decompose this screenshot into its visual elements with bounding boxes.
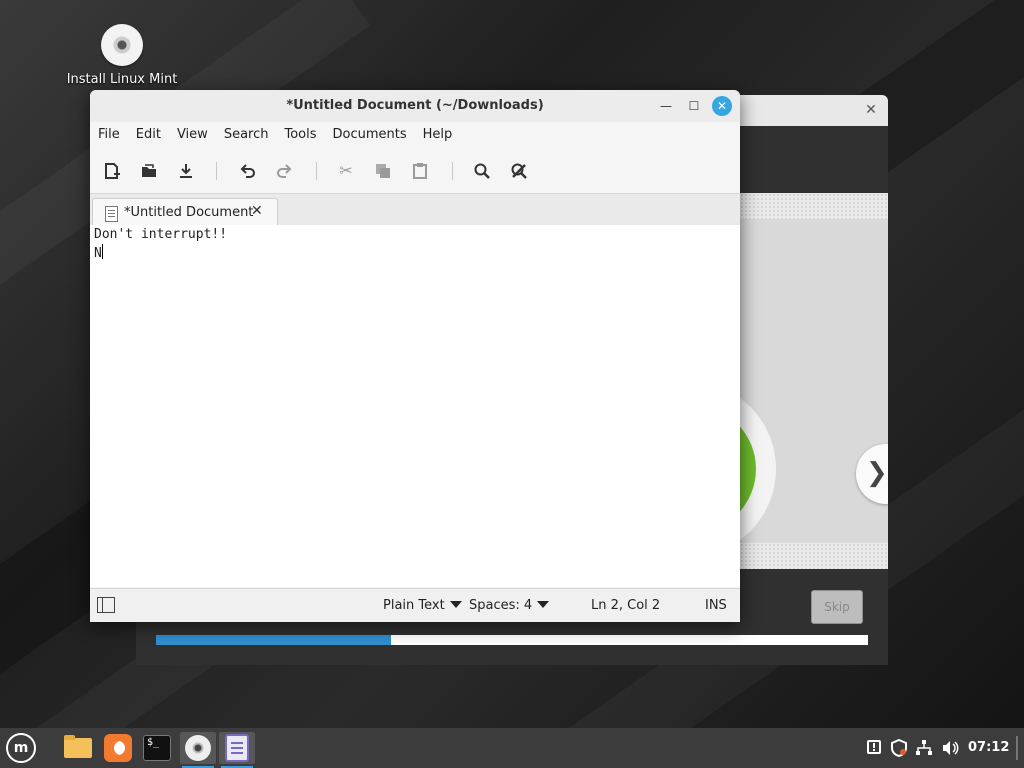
text-editor-area[interactable]: Don't interrupt!! N xyxy=(90,225,740,587)
find-replace-icon xyxy=(511,163,527,179)
copy-icon xyxy=(376,164,390,178)
install-progress-bar xyxy=(156,635,868,645)
redo-icon xyxy=(277,164,292,178)
file-manager-icon xyxy=(64,735,92,758)
menu-bar: File Edit View Search Tools Documents Help xyxy=(90,122,740,148)
menu-documents[interactable]: Documents xyxy=(325,122,415,142)
launcher-firefox[interactable] xyxy=(100,732,136,764)
side-panel-toggle-icon[interactable] xyxy=(97,597,115,613)
cursor-position: Ln 2, Col 2 xyxy=(591,598,661,613)
progress-fill xyxy=(156,635,391,645)
install-disc-icon xyxy=(185,735,211,761)
language-label: Plain Text xyxy=(383,598,445,613)
next-slide-button[interactable]: ❯ xyxy=(856,444,888,504)
menu-button[interactable]: m xyxy=(6,733,36,763)
menu-search[interactable]: Search xyxy=(216,122,277,142)
text-line-content: Don't interrupt!! xyxy=(94,227,228,242)
menu-view[interactable]: View xyxy=(169,122,216,142)
launcher-terminal[interactable]: $_ xyxy=(139,732,175,764)
mint-logo-icon: m xyxy=(13,740,29,756)
tab-close-icon[interactable]: ✕ xyxy=(251,203,263,219)
window-title: *Untitled Document (~/Downloads) xyxy=(286,98,544,113)
find-replace-button[interactable] xyxy=(506,158,532,184)
undo-button[interactable] xyxy=(235,158,261,184)
new-document-button[interactable] xyxy=(99,158,125,184)
close-icon[interactable]: ✕ xyxy=(864,103,878,117)
terminal-icon: $_ xyxy=(143,735,171,761)
text-line-content: N xyxy=(94,246,102,261)
menu-file[interactable]: File xyxy=(90,122,128,142)
desktop-icon-label: Install Linux Mint xyxy=(66,72,178,87)
taskbar-panel: m $_ 07:12 xyxy=(0,728,1024,768)
save-button[interactable] xyxy=(173,158,199,184)
close-icon: ✕ xyxy=(716,99,728,113)
notification-icon[interactable] xyxy=(865,739,883,757)
menu-tools[interactable]: Tools xyxy=(276,122,324,142)
text-editor-icon xyxy=(225,734,249,762)
install-disc-icon xyxy=(101,24,143,66)
clock[interactable]: 07:12 xyxy=(968,740,1009,755)
tab-width-selector[interactable]: Spaces: 4 xyxy=(469,598,550,613)
desktop-icon-install-linux-mint[interactable]: Install Linux Mint xyxy=(66,24,178,87)
toolbar-separator xyxy=(452,162,453,180)
chevron-down-icon xyxy=(449,601,462,608)
document-tab[interactable]: *Untitled Document ✕ xyxy=(92,198,278,227)
update-shield-icon[interactable] xyxy=(890,738,908,758)
launcher-files[interactable] xyxy=(59,732,95,764)
text-line: N xyxy=(94,244,103,262)
text-editor-window: *Untitled Document (~/Downloads) — ☐ ✕ F… xyxy=(90,90,740,622)
maximize-icon: ☐ xyxy=(688,99,700,113)
paste-icon xyxy=(413,163,427,179)
volume-icon[interactable] xyxy=(941,739,959,757)
menu-help[interactable]: Help xyxy=(415,122,461,142)
open-document-icon xyxy=(142,164,156,177)
new-document-icon xyxy=(105,163,120,179)
taskbar-text-editor[interactable] xyxy=(219,732,255,768)
find-icon xyxy=(474,163,490,179)
maximize-button[interactable]: ☐ xyxy=(684,96,704,116)
taskbar-installer[interactable] xyxy=(180,732,216,768)
toolbar: ✂ xyxy=(90,152,740,190)
skip-button[interactable]: Skip xyxy=(811,590,863,624)
window-titlebar[interactable]: *Untitled Document (~/Downloads) — ☐ ✕ xyxy=(90,90,740,122)
copy-button[interactable] xyxy=(370,158,396,184)
text-line: Don't interrupt!! xyxy=(94,226,227,244)
document-tab-bar: *Untitled Document ✕ xyxy=(90,193,740,227)
show-desktop-button[interactable] xyxy=(1016,736,1018,760)
tab-label: *Untitled Document xyxy=(124,205,254,220)
paste-button[interactable] xyxy=(407,158,433,184)
text-cursor xyxy=(101,244,103,259)
save-icon xyxy=(180,164,192,178)
toolbar-separator xyxy=(316,162,317,180)
chevron-down-icon xyxy=(537,601,550,608)
cut-icon: ✂ xyxy=(339,161,353,180)
insert-mode: INS xyxy=(705,598,727,613)
language-selector[interactable]: Plain Text xyxy=(383,598,462,613)
cut-button[interactable]: ✂ xyxy=(333,158,359,184)
network-icon[interactable] xyxy=(915,739,933,757)
document-icon xyxy=(105,206,118,222)
close-button[interactable]: ✕ xyxy=(712,96,732,116)
tab-width-label: Spaces: 4 xyxy=(469,598,533,613)
menu-edit[interactable]: Edit xyxy=(128,122,169,142)
redo-button[interactable] xyxy=(271,158,297,184)
open-document-button[interactable] xyxy=(136,158,162,184)
status-bar: Plain Text Spaces: 4 Ln 2, Col 2 INS xyxy=(90,588,740,622)
minimize-icon: — xyxy=(660,99,672,113)
chevron-right-icon: ❯ xyxy=(866,458,888,488)
minimize-button[interactable]: — xyxy=(656,96,676,116)
find-button[interactable] xyxy=(469,158,495,184)
firefox-icon xyxy=(104,734,132,762)
toolbar-separator xyxy=(216,162,217,180)
undo-icon xyxy=(240,164,255,178)
